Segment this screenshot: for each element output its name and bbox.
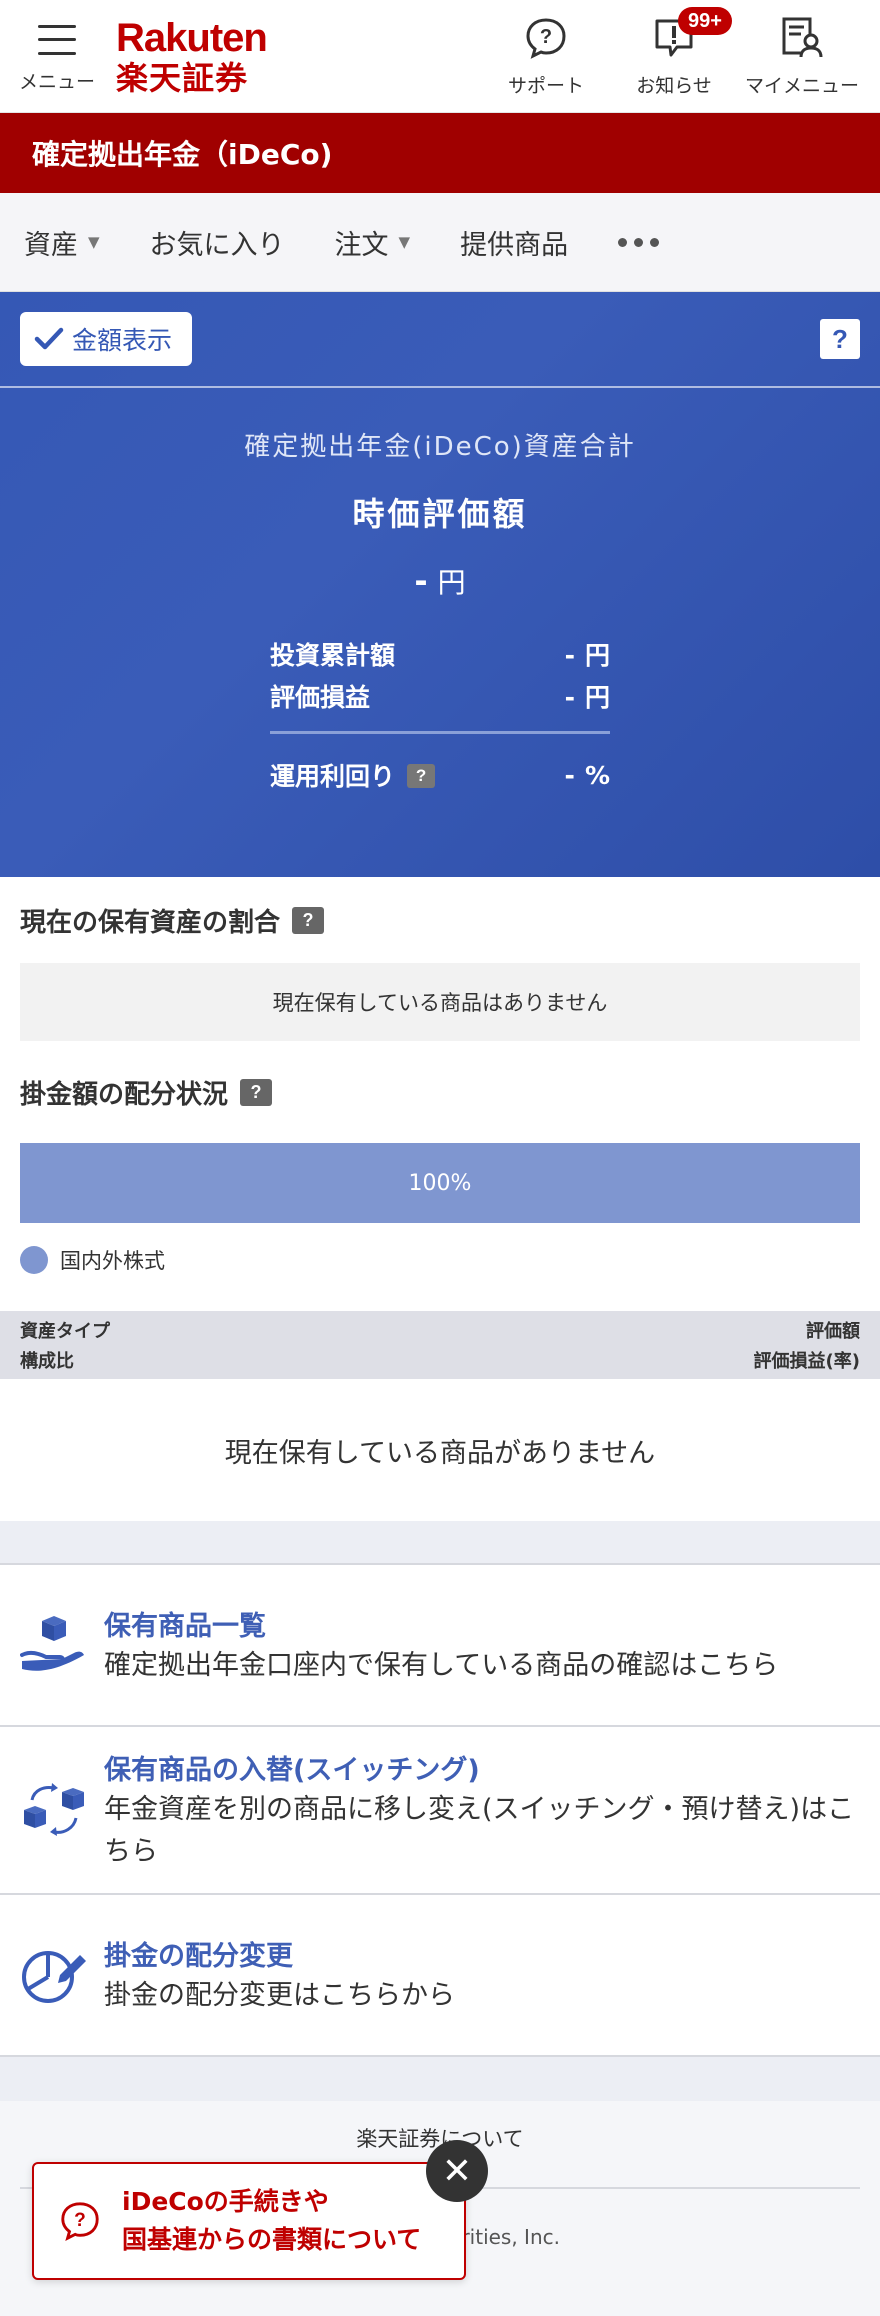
nav-item-label: 提供商品: [460, 229, 569, 261]
amount-display-toggle[interactable]: 金額表示: [20, 312, 193, 366]
page-title: 確定拠出年金（iDeCo): [32, 138, 333, 171]
logo-en: Rakuten: [116, 16, 268, 60]
nav-item-assets[interactable]: 資産 ▼: [24, 223, 100, 262]
asset-table-header: 資産タイプ 構成比 評価額 評価損益(率): [0, 1311, 880, 1379]
hamburger-icon: [38, 24, 76, 55]
allocation-title-text: 掛金額の配分状況: [20, 1079, 229, 1110]
link-desc: 年金資産を別の商品に移し変え(スイッチング・預け替え)はこちら: [104, 1793, 855, 1867]
svg-text:?: ?: [540, 26, 552, 48]
allocation-title: 掛金額の配分状況 ?: [0, 1074, 292, 1111]
market-value-unit: 円: [437, 566, 466, 599]
holdings-help-icon[interactable]: ?: [292, 906, 325, 934]
check-icon: [34, 327, 64, 350]
nav-item-label: お気に入り: [149, 229, 285, 261]
svg-text:?: ?: [74, 2210, 86, 2231]
logo-ja: 楽天証券: [116, 59, 249, 97]
summary-row-unit: 円: [584, 641, 610, 670]
more-dots-icon: [618, 237, 660, 247]
holdings-empty-message: 現在保有している商品はありません: [20, 963, 860, 1041]
summary-row-label: 投資累計額: [270, 641, 396, 670]
holdings-ratio-title: 現在の保有資産の割合 ?: [0, 902, 344, 939]
summary-table: 投資累計額 -円 評価損益 -円 運用利回り? -%: [270, 633, 610, 796]
summary-row: 評価損益 -円: [270, 675, 610, 717]
mymenu-user-icon: [782, 17, 823, 57]
link-title: 保有商品の入替(スイッチング): [104, 1754, 480, 1786]
caret-down-icon: ▼: [398, 233, 411, 251]
yield-help-icon[interactable]: ?: [407, 764, 436, 788]
summary-row-unit: 円: [584, 683, 610, 712]
col-valuation: 評価額: [806, 1321, 860, 1342]
asset-summary-panel: 金額表示 ? 確定拠出年金(iDeCo)資産合計 時価評価額 -円 投資累計額 …: [0, 292, 880, 877]
col-asset-type: 資産タイプ: [20, 1321, 110, 1342]
link-title: 掛金の配分変更: [104, 1940, 293, 1972]
caret-down-icon: ▼: [88, 233, 100, 251]
asset-table-empty-text: 現在保有している商品がありません: [224, 1437, 656, 1469]
holdings-empty-text: 現在保有している商品はありません: [272, 991, 608, 1015]
section-divider: [0, 1521, 880, 1565]
support-label: サポート: [507, 74, 584, 97]
notice-label: お知らせ: [636, 74, 712, 97]
footer-divider: [0, 2057, 880, 2101]
nav-more-button[interactable]: [618, 237, 660, 247]
link-title: 保有商品一覧: [104, 1610, 266, 1642]
link-desc: 確定拠出年金口座内で保有している商品の確認はこちら: [104, 1649, 779, 1681]
notice-button[interactable]: 99+ お知らせ: [610, 6, 738, 98]
summary-row: 投資累計額 -円: [270, 633, 610, 675]
summary-row-value: -: [564, 683, 575, 712]
mymenu-button[interactable]: マイメニュー: [738, 15, 866, 98]
page-title-bar: 確定拠出年金（iDeCo): [0, 113, 880, 193]
link-desc: 掛金の配分変更はこちらから: [104, 1979, 455, 2011]
summary-row-label: 評価損益: [270, 683, 371, 712]
link-holdings-list[interactable]: 保有商品一覧 確定拠出年金口座内で保有している商品の確認はこちら: [0, 1565, 880, 1727]
nav-item-favorites[interactable]: お気に入り: [150, 223, 285, 262]
switching-boxes-icon: [24, 1783, 84, 1836]
nav-item-order[interactable]: 注文 ▼: [335, 223, 411, 262]
allocation-legend: 国内外株式: [0, 1245, 185, 1275]
yield-label: 運用利回り: [270, 762, 396, 791]
summary-heading: 時価評価額: [352, 495, 528, 533]
notice-badge: 99+: [678, 6, 732, 35]
allocation-help-icon[interactable]: ?: [240, 1078, 273, 1106]
market-value-amount: -: [414, 562, 428, 600]
allocation-bar-label: 100%: [408, 1170, 472, 1196]
legend-dot: [20, 1246, 48, 1274]
summary-divider: [270, 731, 610, 734]
legend-label: 国内外株式: [60, 1249, 165, 1273]
banner-close-button[interactable]: ✕: [426, 2140, 488, 2202]
summary-caption: 確定拠出年金(iDeCo)資産合計: [244, 432, 636, 462]
allocation-bar: 100%: [20, 1143, 860, 1223]
col-gain-loss: 評価損益(率): [753, 1351, 860, 1372]
nav-item-products[interactable]: 提供商品: [460, 223, 568, 262]
app-header: メニュー Rakuten 楽天証券 ? サポート 99+ お知らせ マイメニュー: [0, 0, 880, 113]
yield-value: -: [564, 760, 575, 790]
sub-nav: 資産 ▼ お気に入り 注文 ▼ 提供商品: [0, 193, 880, 292]
link-switching[interactable]: 保有商品の入替(スイッチング) 年金資産を別の商品に移し変え(スイッチング・預け…: [0, 1727, 880, 1895]
menu-label: メニュー: [18, 70, 95, 93]
col-composition: 構成比: [20, 1351, 74, 1372]
support-chat-icon: ?: [526, 17, 566, 59]
link-allocation-change[interactable]: 掛金の配分変更 掛金の配分変更はこちらから: [0, 1895, 880, 2057]
holdings-ratio-title-text: 現在の保有資産の割合: [20, 907, 281, 938]
yield-row: 運用利回り? -%: [270, 754, 610, 796]
menu-button[interactable]: メニュー: [14, 19, 100, 94]
amount-display-label: 金額表示: [72, 326, 173, 355]
hand-box-icon: [20, 1616, 84, 1671]
mymenu-label: マイメニュー: [744, 74, 859, 97]
support-button[interactable]: ? サポート: [482, 15, 610, 98]
nav-item-label: 資産: [24, 229, 78, 261]
rakuten-logo[interactable]: Rakuten 楽天証券: [116, 16, 268, 97]
help-button[interactable]: ?: [820, 319, 860, 359]
asset-table-empty: 現在保有している商品がありません: [0, 1379, 880, 1521]
support-chat-icon: ?: [61, 2202, 99, 2241]
ideco-procedures-banner[interactable]: ? iDeCoの手続きや 国基連からの書類について: [32, 2162, 466, 2280]
market-value: -円: [0, 561, 880, 601]
pie-pen-icon: [22, 1951, 86, 2003]
yield-unit: %: [584, 760, 610, 790]
banner-line1: iDeCoの手続きや: [122, 2187, 329, 2216]
banner-line2: 国基連からの書類について: [122, 2225, 422, 2254]
nav-item-label: 注文: [334, 229, 389, 261]
summary-row-value: -: [564, 641, 575, 670]
